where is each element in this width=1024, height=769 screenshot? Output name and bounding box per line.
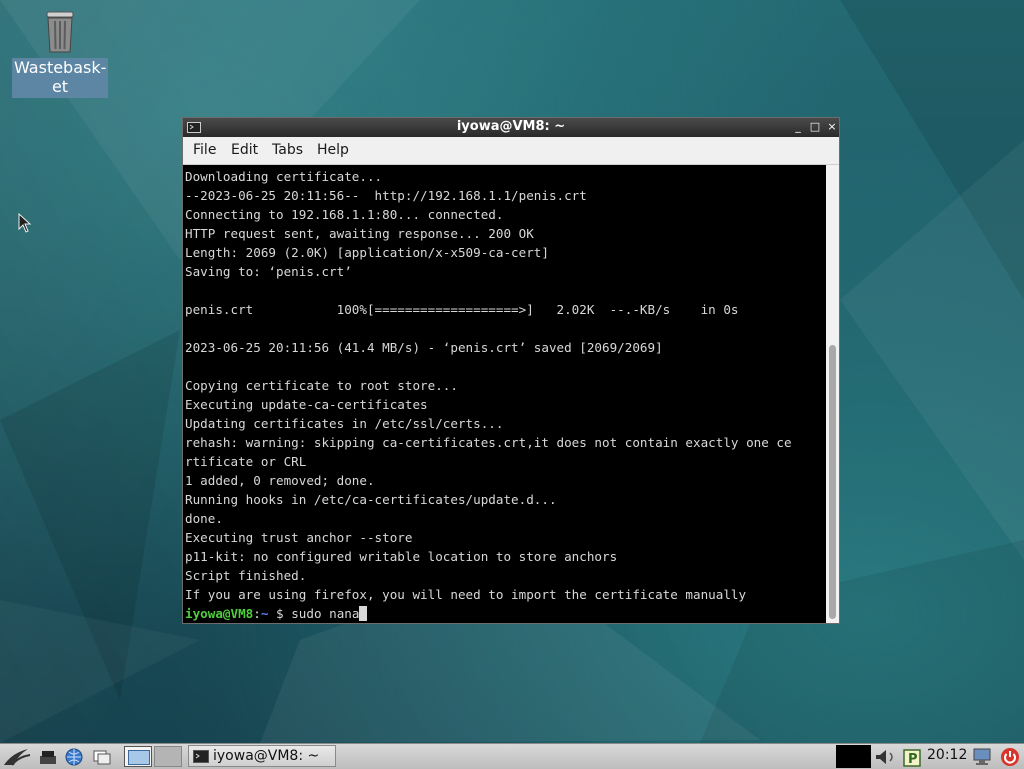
start-menu-icon[interactable] [2,747,32,766]
workspace-1[interactable] [124,746,152,767]
terminal-output-line: done. [185,511,223,526]
terminal-prompt-line[interactable]: iyowa@VM8:~ $ sudo nana [185,604,368,623]
maximize-button[interactable]: □ [808,120,822,134]
terminal-output-line: Executing trust anchor --store [185,530,413,545]
prompt-symbol: $ [276,606,284,621]
terminal-output-line: penis.crt 100%[===================>] 2.0… [185,302,739,317]
show-desktop-icon[interactable] [38,747,58,766]
audio-icon[interactable] [874,748,900,766]
scrollbar-thumb[interactable] [829,345,836,619]
terminal-output-line: If you are using firefox, you will need … [185,587,747,602]
close-button[interactable]: × [825,120,839,134]
desktop-icon-wastebasket[interactable]: Wastebask-et [12,10,108,98]
terminal-window[interactable]: iyowa@VM8: ~ _ □ × File Edit Tabs Help D… [182,117,840,624]
terminal-output-line: Connecting to 192.168.1.1:80... connecte… [185,207,504,222]
terminal-output-line: Copying certificate to root store... [185,378,458,393]
menu-help[interactable]: Help [317,142,349,158]
minimize-button[interactable]: _ [791,120,805,134]
file-manager-icon[interactable] [92,747,112,766]
trash-icon [46,11,74,53]
taskbar: iyowa@VM8: ~ P 20:12 [0,743,1024,769]
terminal-output-line: p11-kit: no configured writable location… [185,549,618,564]
window-titlebar[interactable]: iyowa@VM8: ~ _ □ × [183,118,839,137]
prompt-command: sudo nana [291,606,360,621]
terminal-output-line: HTTP request sent, awaiting response... … [185,226,534,241]
menu-edit[interactable]: Edit [231,142,258,158]
terminal-output-line: 1 added, 0 removed; done. [185,473,375,488]
window-title: iyowa@VM8: ~ [456,119,566,134]
menu-tabs[interactable]: Tabs [272,142,303,158]
browser-icon[interactable] [64,747,84,766]
terminal-output-line: Updating certificates in /etc/ssl/certs.… [185,416,504,431]
taskbar-task-label: iyowa@VM8: ~ [213,748,320,764]
terminal-output-line: rehash: warning: skipping ca-certificate… [185,435,792,450]
workspace-2[interactable] [154,746,182,767]
terminal-output-line: 2023-06-25 20:11:56 (41.4 MB/s) - ‘penis… [185,340,663,355]
terminal-output-line: Downloading certificate... [185,169,383,184]
network-icon[interactable] [972,747,992,767]
terminal-output-line: Executing update-ca-certificates [185,397,428,412]
terminal-output-line: Running hooks in /etc/ca-certificates/up… [185,492,557,507]
clipboard-icon[interactable]: P [902,747,922,767]
prompt-path: ~ [260,606,269,621]
taskbar-task-terminal[interactable]: iyowa@VM8: ~ [188,745,336,767]
prompt-user: iyowa@VM8 [185,606,254,621]
terminal-output-line: rtificate or CRL [185,454,307,469]
terminal-output-line: --2023-06-25 20:11:56-- http://192.168.1… [185,188,587,203]
clock[interactable]: 20:12 [927,747,967,763]
terminal-output-line: Saving to: ‘penis.crt’ [185,264,352,279]
terminal-output[interactable]: Downloading certificate... --2023-06-25 2… [183,165,827,623]
power-icon[interactable] [1000,747,1020,767]
prompt-separator: : [253,606,261,621]
terminal-output-line: Script finished. [185,568,307,583]
cpu-monitor-icon [836,745,871,768]
text-cursor [359,606,368,621]
terminal-output-line: Length: 2069 (2.0K) [application/x-x509-… [185,245,549,260]
desktop-icon-label: Wastebask-et [12,58,108,98]
menu-bar: File Edit Tabs Help [183,137,839,165]
terminal-icon [193,750,209,763]
mouse-cursor-icon [18,213,32,233]
menu-file[interactable]: File [193,142,216,158]
svg-text:P: P [908,752,918,767]
terminal-scrollbar[interactable] [826,165,839,623]
